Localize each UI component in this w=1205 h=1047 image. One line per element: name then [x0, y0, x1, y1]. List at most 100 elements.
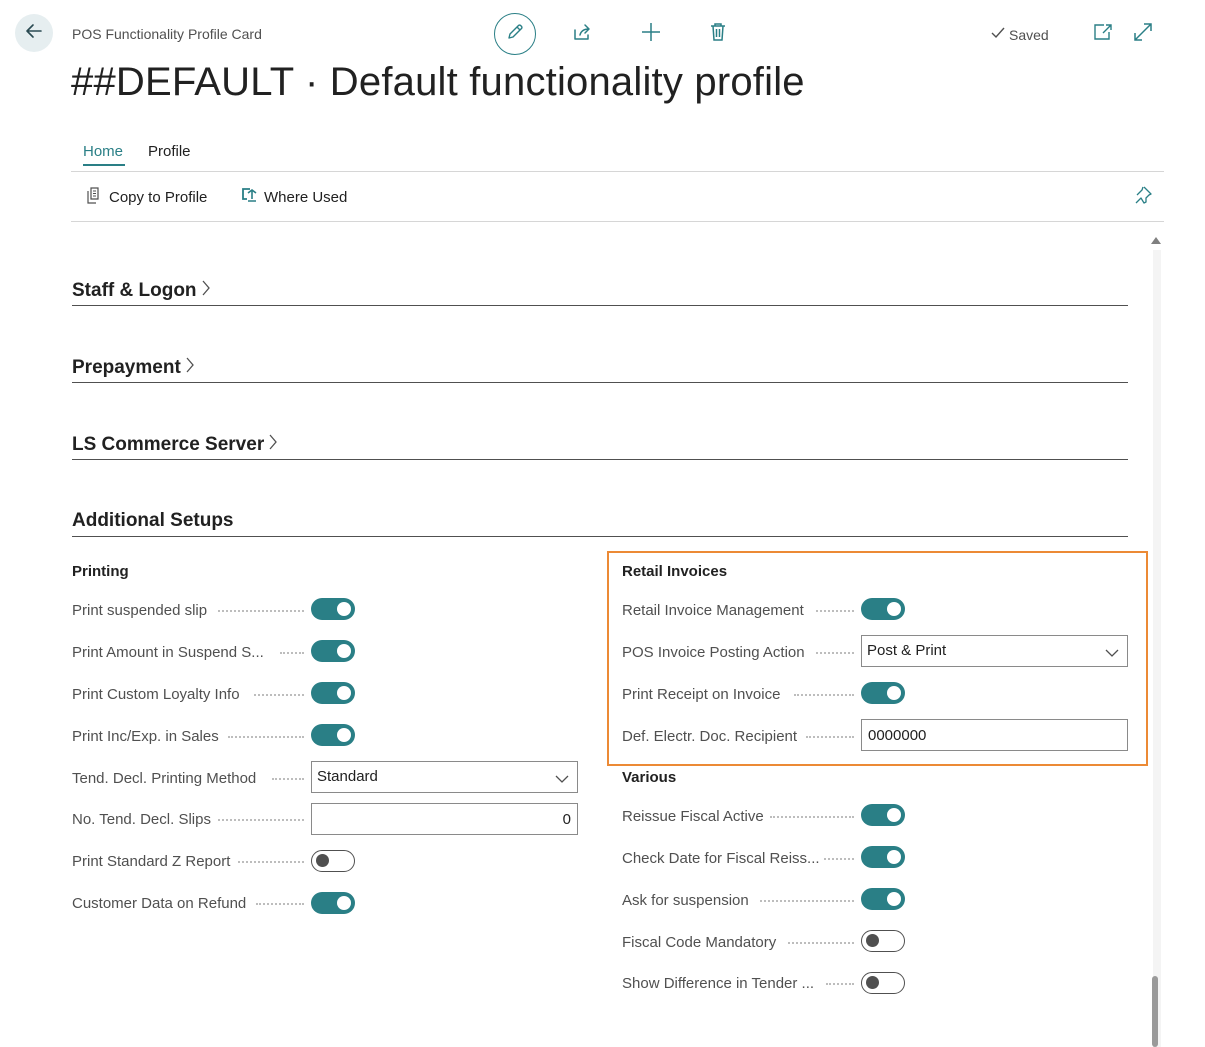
fiscal-code-mandatory-label: Fiscal Code Mandatory: [622, 934, 777, 951]
open-in-new-window-icon: [1092, 22, 1114, 47]
ask-for-suspension-toggle[interactable]: [861, 888, 905, 910]
fasttab-additional-setups-label: Additional Setups: [72, 510, 234, 531]
new-button[interactable]: [637, 20, 665, 48]
various-group-heading: Various: [622, 769, 677, 786]
show-difference-in-tender-label: Show Difference in Tender ...: [622, 975, 815, 992]
plus-icon: [640, 21, 662, 48]
field-leader: [824, 858, 854, 860]
fiscal-code-mandatory-toggle[interactable]: [861, 930, 905, 952]
field-leader: [816, 610, 854, 612]
print-suspended-slip-label: Print suspended slip: [72, 602, 208, 619]
fasttab-additional-setups-rule: [72, 536, 1128, 537]
tend-decl-printing-method-label: Tend. Decl. Printing Method: [72, 770, 257, 787]
share-icon: [571, 21, 593, 48]
fasttab-ls-commerce-server-rule: [72, 459, 1128, 460]
page-title: ##DEFAULT · Default functionality profil…: [71, 60, 805, 104]
edit-button[interactable]: [494, 13, 536, 55]
share-button[interactable]: [568, 20, 596, 48]
pos-invoice-posting-action-select[interactable]: Post & Print: [861, 635, 1128, 667]
print-custom-loyalty-info-toggle[interactable]: [311, 682, 355, 704]
field-leader: [280, 652, 304, 654]
show-difference-in-tender-toggle[interactable]: [861, 972, 905, 994]
scrollbar-thumb[interactable]: [1152, 976, 1158, 1047]
copy-to-profile-action[interactable]: Copy to Profile: [86, 187, 207, 208]
tabs-divider: [71, 171, 1164, 172]
print-receipt-on-invoice-toggle[interactable]: [861, 682, 905, 704]
chevron-right-icon: [268, 433, 278, 457]
reissue-fiscal-active-label: Reissue Fiscal Active: [622, 808, 764, 825]
open-new-window-button[interactable]: [1089, 20, 1117, 48]
fasttab-staff-logon-rule: [72, 305, 1128, 306]
print-receipt-on-invoice-label: Print Receipt on Invoice: [622, 686, 781, 703]
tend-decl-printing-method-value: Standard: [317, 768, 378, 785]
fasttab-prepayment-label: Prepayment: [72, 357, 181, 378]
tab-home[interactable]: Home: [83, 143, 123, 160]
tend-decl-printing-method-select[interactable]: Standard: [311, 761, 578, 793]
saved-status: Saved: [990, 26, 1049, 43]
print-inc-exp-in-sales-label: Print Inc/Exp. in Sales: [72, 728, 219, 745]
retail-invoices-group-heading: Retail Invoices: [622, 563, 728, 580]
field-leader: [826, 983, 854, 985]
check-date-for-fiscal-reissue-toggle[interactable]: [861, 846, 905, 868]
retail-invoice-management-toggle[interactable]: [861, 598, 905, 620]
page-type-caption: POS Functionality Profile Card: [72, 26, 262, 42]
field-leader: [238, 861, 304, 863]
field-leader: [256, 903, 304, 905]
where-used-action[interactable]: Where Used: [240, 187, 347, 208]
fasttab-staff-logon-label: Staff & Logon: [72, 280, 197, 301]
customer-data-on-refund-label: Customer Data on Refund: [72, 895, 247, 912]
fasttab-additional-setups[interactable]: Additional Setups: [72, 510, 234, 532]
print-amount-in-suspend-toggle[interactable]: [311, 640, 355, 662]
fasttab-prepayment-rule: [72, 382, 1128, 383]
field-leader: [254, 694, 304, 696]
field-leader: [218, 819, 304, 821]
expand-button[interactable]: [1129, 20, 1157, 48]
print-standard-z-report-label: Print Standard Z Report: [72, 853, 231, 870]
print-standard-z-report-toggle[interactable]: [311, 850, 355, 872]
pin-button[interactable]: [1129, 183, 1157, 211]
arrow-left-icon: [24, 21, 44, 46]
chevron-down-icon: [1105, 645, 1119, 662]
field-leader: [218, 610, 304, 612]
tab-home-underline: [83, 164, 125, 166]
print-suspended-slip-toggle[interactable]: [311, 598, 355, 620]
scroll-up-arrow[interactable]: [1151, 237, 1161, 244]
delete-button[interactable]: [704, 20, 732, 48]
chevron-right-icon: [185, 356, 195, 380]
copy-to-profile-label: Copy to Profile: [109, 189, 208, 206]
fasttab-ls-commerce-server-label: LS Commerce Server: [72, 434, 265, 455]
trash-icon: [708, 21, 728, 48]
pos-invoice-posting-action-label: POS Invoice Posting Action: [622, 644, 805, 661]
no-tend-decl-slips-input[interactable]: 0: [311, 803, 578, 835]
fasttab-staff-logon[interactable]: Staff & Logon: [72, 279, 211, 303]
field-leader: [272, 778, 304, 780]
checkmark-icon: [990, 26, 1006, 43]
check-date-for-fiscal-reissue-label: Check Date for Fiscal Reiss...: [622, 850, 820, 867]
field-leader: [770, 816, 854, 818]
fasttab-ls-commerce-server[interactable]: LS Commerce Server: [72, 433, 278, 457]
fasttab-prepayment[interactable]: Prepayment: [72, 356, 195, 380]
field-leader: [760, 900, 854, 902]
printing-group-heading: Printing: [72, 563, 129, 580]
pencil-icon: [505, 22, 525, 47]
tab-profile[interactable]: Profile: [148, 143, 191, 160]
pos-invoice-posting-action-value: Post & Print: [867, 642, 947, 659]
ask-for-suspension-label: Ask for suspension: [622, 892, 749, 909]
scrollbar-track[interactable]: [1153, 250, 1161, 1047]
field-leader: [228, 736, 304, 738]
field-leader: [806, 736, 854, 738]
field-leader: [816, 652, 854, 654]
back-button[interactable]: [15, 14, 53, 52]
field-leader: [788, 942, 854, 944]
reissue-fiscal-active-toggle[interactable]: [861, 804, 905, 826]
retail-invoice-management-label: Retail Invoice Management: [622, 602, 804, 619]
print-custom-loyalty-info-label: Print Custom Loyalty Info: [72, 686, 240, 703]
def-electr-doc-recipient-label: Def. Electr. Doc. Recipient: [622, 728, 798, 745]
actionbar-divider: [71, 221, 1164, 222]
saved-label: Saved: [1009, 26, 1049, 43]
print-inc-exp-in-sales-toggle[interactable]: [311, 724, 355, 746]
expand-icon: [1132, 21, 1154, 48]
field-leader: [794, 694, 854, 696]
def-electr-doc-recipient-input[interactable]: 0000000: [861, 719, 1128, 751]
customer-data-on-refund-toggle[interactable]: [311, 892, 355, 914]
